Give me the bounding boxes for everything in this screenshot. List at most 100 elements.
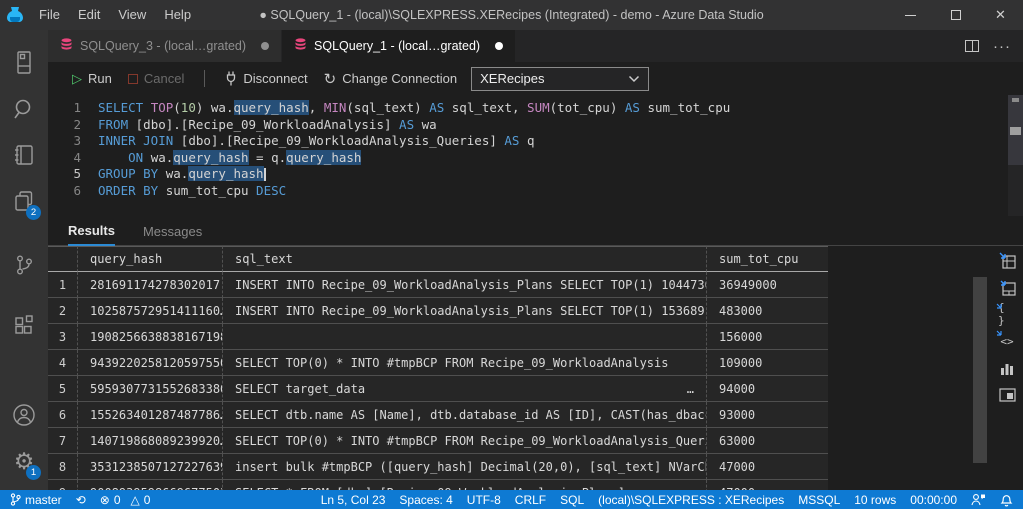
cell-query-hash[interactable]: 102587572951411160… (78, 298, 223, 324)
dirty-dot-icon[interactable] (261, 42, 269, 50)
column-header-query_hash[interactable]: query_hash (78, 246, 223, 272)
branch-indicator[interactable]: master (10, 493, 62, 507)
cell-sql-text[interactable]: INSERT INTO Recipe_09_WorkloadAnalysis_P… (223, 298, 707, 324)
tab-messages[interactable]: Messages (143, 224, 202, 245)
cell-query-hash[interactable]: 9008939598669677503 (78, 480, 223, 490)
cell-sum-tot-cpu[interactable]: 47000 (707, 454, 828, 480)
close-button[interactable]: ✕ (978, 0, 1023, 30)
row-number-cell[interactable]: 2 (48, 298, 78, 324)
connections-icon[interactable] (0, 40, 48, 86)
visualizer-icon[interactable] (998, 386, 1016, 404)
cancel-button[interactable]: Cancel (120, 71, 192, 86)
source-control-icon[interactable] (0, 242, 48, 288)
row-number-cell[interactable]: 4 (48, 350, 78, 376)
table-row[interactable]: 55959307731552683386SELECT target_data…9… (48, 376, 828, 402)
extensions-icon[interactable] (0, 302, 48, 348)
cell-sum-tot-cpu[interactable]: 36949000 (707, 272, 828, 298)
azure-data-studio-logo-icon (0, 5, 30, 25)
cell-sum-tot-cpu[interactable]: 63000 (707, 428, 828, 454)
table-row[interactable]: 7140719868089239920…SELECT TOP(0) * INTO… (48, 428, 828, 454)
save-as-json-icon[interactable]: { } (998, 305, 1016, 323)
notebooks-icon[interactable] (0, 132, 48, 178)
cell-sum-tot-cpu[interactable]: 93000 (707, 402, 828, 428)
cell-sql-text[interactable]: SELECT * FROM [dbo].[Recipe_09_WorkloadA… (223, 480, 707, 490)
status-item[interactable]: 00:00:00 (910, 493, 957, 507)
cell-query-hash[interactable]: 281691174278302017 (78, 272, 223, 298)
cell-sql-text[interactable]: INSERT INTO Recipe_09_WorkloadAnalysis_P… (223, 272, 707, 298)
cell-sql-text[interactable]: SELECT TOP(0) * INTO #tmpBCP FROM Recipe… (223, 428, 707, 454)
save-as-xml-icon[interactable]: <> (998, 332, 1016, 350)
cell-query-hash[interactable]: 140719868089239920… (78, 428, 223, 454)
cell-query-hash[interactable]: 9439220258120597550 (78, 350, 223, 376)
split-editor-icon[interactable] (965, 40, 979, 52)
table-row[interactable]: 2102587572951411160…INSERT INTO Recipe_0… (48, 298, 828, 324)
status-item[interactable]: Ln 5, Col 23 (321, 493, 386, 507)
editor-tab-1[interactable]: SQLQuery_3 - (local…grated) (48, 30, 282, 62)
cell-sql-text[interactable]: SELECT TOP(0) * INTO #tmpBCP FROM Recipe… (223, 350, 707, 376)
cell-sql-text[interactable]: SELECT dtb.name AS [Name], dtb.database_… (223, 402, 707, 428)
sync-button[interactable]: ⟲ (76, 493, 86, 507)
maximize-button[interactable] (933, 0, 978, 30)
cell-sql-text[interactable]: SELECT target_data… (223, 376, 707, 402)
more-actions-icon[interactable]: ··· (993, 38, 1011, 55)
run-button[interactable]: ▷ Run (64, 71, 120, 87)
cell-sum-tot-cpu[interactable]: 47000 (707, 480, 828, 490)
menu-help[interactable]: Help (155, 0, 200, 30)
table-row[interactable]: 1281691174278302017INSERT INTO Recipe_09… (48, 272, 828, 298)
search-icon[interactable] (0, 86, 48, 132)
cell-query-hash[interactable]: 1908256638838167198 (78, 324, 223, 350)
status-item[interactable]: (local)\SQLEXPRESS : XERecipes (598, 493, 784, 507)
database-dropdown[interactable]: XERecipes (471, 67, 649, 91)
status-item[interactable]: Spaces: 4 (399, 493, 452, 507)
cell-sql-text[interactable] (223, 324, 707, 350)
settings-gear-icon[interactable]: ⚙ 1 (0, 438, 48, 484)
tab-results[interactable]: Results (68, 223, 115, 246)
cell-query-hash[interactable]: 5959307731552683386 (78, 376, 223, 402)
cell-sum-tot-cpu[interactable]: 156000 (707, 324, 828, 350)
row-number-cell[interactable]: 9 (48, 480, 78, 490)
cell-sum-tot-cpu[interactable]: 109000 (707, 350, 828, 376)
problems-indicator[interactable]: ⊗ 0 △ 0 (100, 493, 151, 507)
row-number-cell[interactable]: 7 (48, 428, 78, 454)
grid-scrollbar[interactable] (973, 277, 987, 463)
row-number-cell[interactable]: 8 (48, 454, 78, 480)
cell-sql-text[interactable]: insert bulk #tmpBCP ([query_hash] Decima… (223, 454, 707, 480)
column-header-sum_tot_cpu[interactable]: sum_tot_cpu (707, 246, 828, 272)
cell-sum-tot-cpu[interactable]: 483000 (707, 298, 828, 324)
minimize-button[interactable] (888, 0, 933, 30)
status-item[interactable]: 10 rows (854, 493, 896, 507)
cell-query-hash[interactable]: 155263401287487786… (78, 402, 223, 428)
save-as-csv-icon[interactable] (998, 251, 1016, 269)
row-number-cell[interactable]: 3 (48, 324, 78, 350)
cell-query-hash[interactable]: 3531238507127227639 (78, 454, 223, 480)
table-row[interactable]: 31908256638838167198 156000 (48, 324, 828, 350)
status-item[interactable]: MSSQL (798, 493, 840, 507)
save-as-excel-icon[interactable] (998, 278, 1016, 296)
menu-edit[interactable]: Edit (69, 0, 109, 30)
status-item[interactable]: CRLF (515, 493, 546, 507)
editor-tab-2[interactable]: SQLQuery_1 - (local…grated) (282, 30, 516, 62)
row-number-cell[interactable]: 5 (48, 376, 78, 402)
menu-file[interactable]: File (30, 0, 69, 30)
dirty-dot-icon[interactable] (495, 42, 503, 50)
notifications-bell-icon[interactable] (1000, 493, 1013, 507)
change-connection-button[interactable]: ↻ Change Connection (316, 70, 466, 88)
cell-sum-tot-cpu[interactable]: 94000 (707, 376, 828, 402)
menu-view[interactable]: View (109, 0, 155, 30)
status-item[interactable]: UTF-8 (467, 493, 501, 507)
chart-icon[interactable] (998, 359, 1016, 377)
column-header-sql_text[interactable]: sql_text (223, 246, 707, 272)
account-icon[interactable] (0, 392, 48, 438)
disconnect-button[interactable]: Disconnect (217, 71, 315, 86)
row-number-cell[interactable]: 6 (48, 402, 78, 428)
table-row[interactable]: 6155263401287487786…SELECT dtb.name AS [… (48, 402, 828, 428)
table-row[interactable]: 83531238507127227639insert bulk #tmpBCP … (48, 454, 828, 480)
explorer-copy-icon[interactable]: 2 (0, 178, 48, 224)
sql-editor[interactable]: 1SELECT TOP(10) wa.query_hash, MIN(sql_t… (48, 95, 1023, 216)
table-row[interactable]: 49439220258120597550SELECT TOP(0) * INTO… (48, 350, 828, 376)
feedback-icon[interactable] (971, 493, 986, 506)
editor-scrollbar[interactable] (1008, 95, 1023, 216)
status-item[interactable]: SQL (560, 493, 584, 507)
table-row[interactable]: 99008939598669677503SELECT * FROM [dbo].… (48, 480, 828, 490)
row-number-cell[interactable]: 1 (48, 272, 78, 298)
